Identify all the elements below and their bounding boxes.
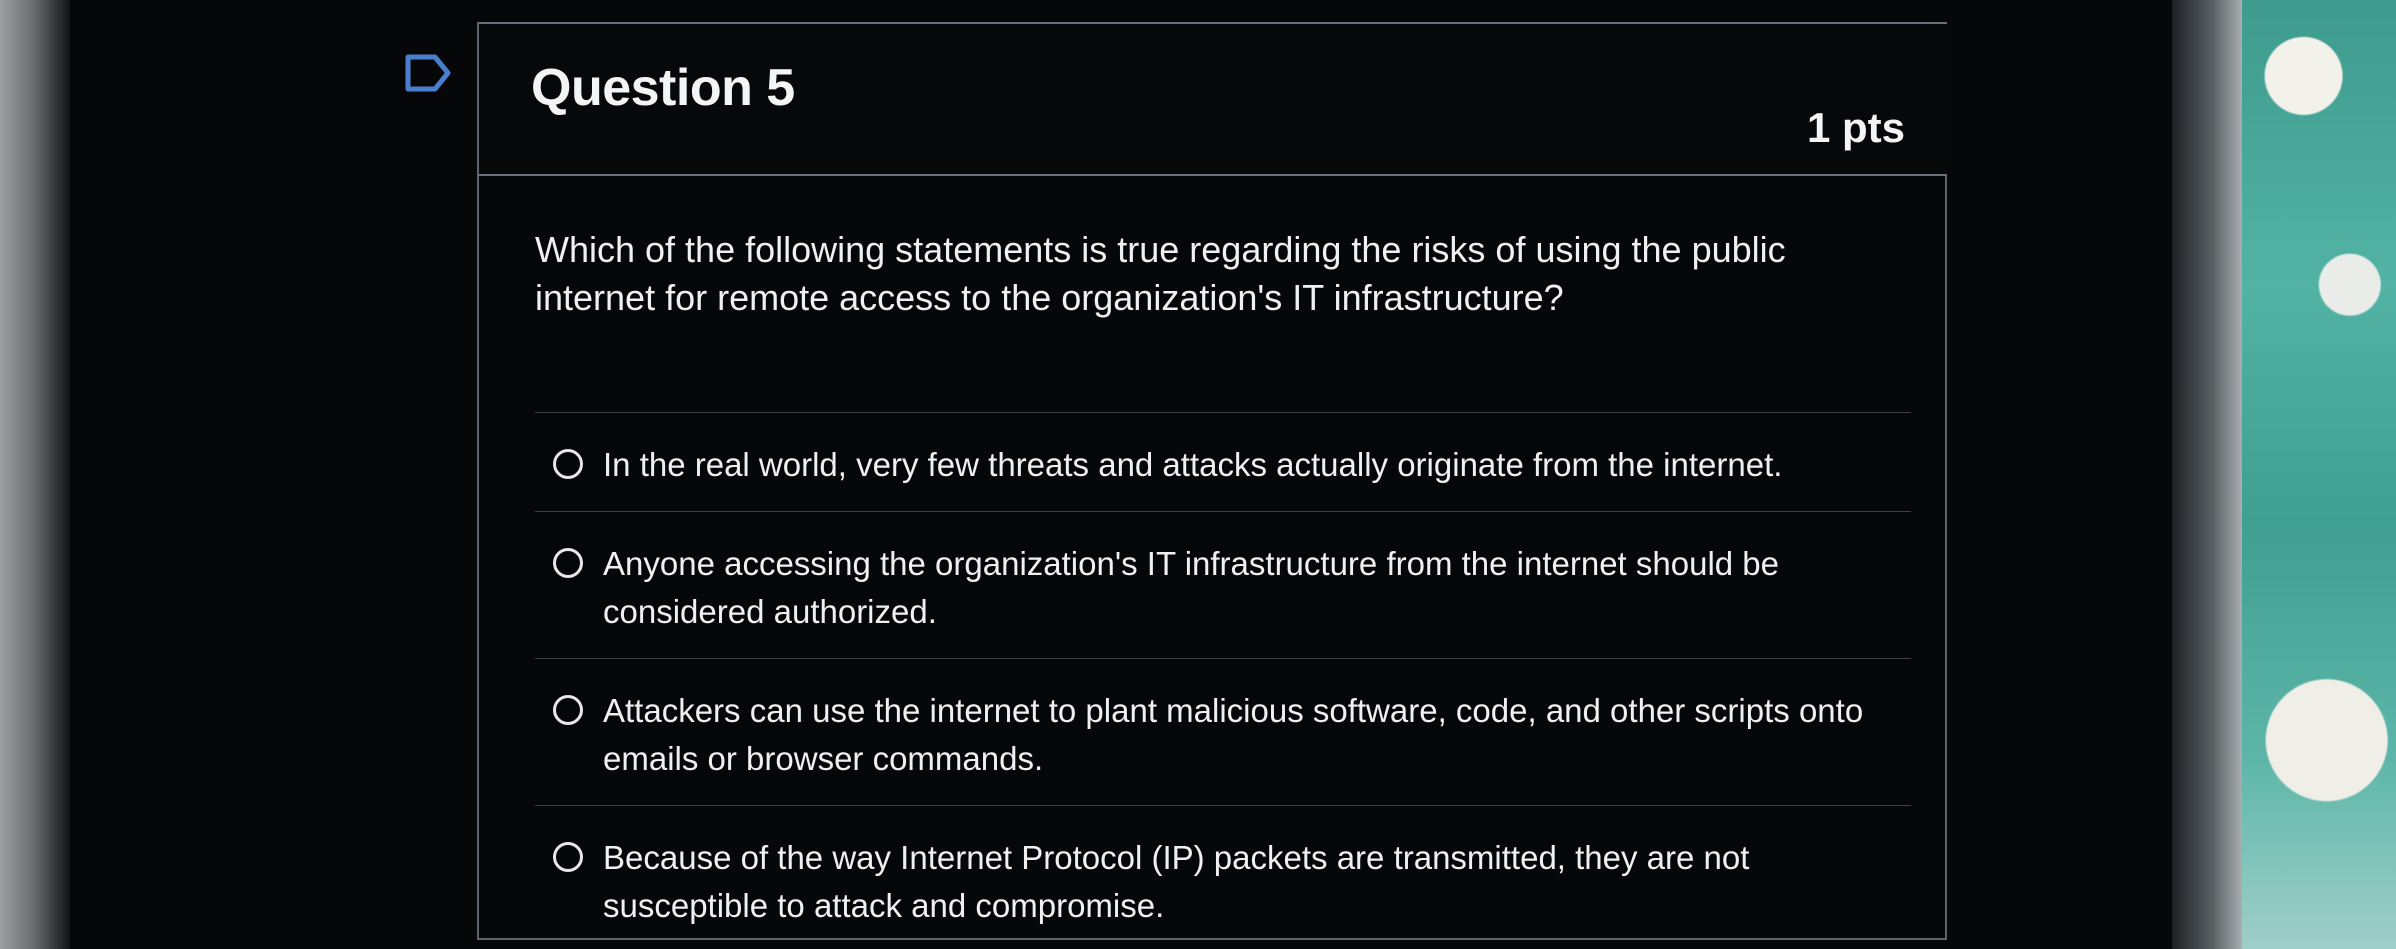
answer-option-3[interactable]: Attackers can use the internet to plant … [535,658,1911,805]
monitor-left-edge [0,0,66,949]
answer-text: In the real world, very few threats and … [603,446,1783,483]
answer-option-2[interactable]: Anyone accessing the organization's IT i… [535,511,1911,658]
background-fabric [2242,0,2396,949]
question-title: Question 5 [531,59,795,117]
flag-icon[interactable] [405,54,451,92]
answer-list: In the real world, very few threats and … [535,412,1911,949]
radio-unselected-icon[interactable] [553,449,583,479]
answer-text: Anyone accessing the organization's IT i… [603,545,1780,630]
question-points: 1 pts [1806,104,1905,151]
question-header: Question 5 1 pts [479,22,1947,176]
monitor-right-bezel [2172,0,2242,949]
radio-unselected-icon[interactable] [553,842,583,872]
answer-text: Because of the way Internet Protocol (IP… [603,839,1750,924]
answer-option-1[interactable]: In the real world, very few threats and … [535,412,1911,511]
answer-text: Attackers can use the internet to plant … [603,692,1864,777]
answer-option-4[interactable]: Because of the way Internet Protocol (IP… [535,805,1911,949]
radio-unselected-icon[interactable] [553,695,583,725]
question-text: Which of the following statements is tru… [535,229,1786,318]
photo-scene: Question 5 1 pts Which of the following … [0,0,2396,949]
quiz-screen: Question 5 1 pts Which of the following … [70,0,2172,949]
question-card: Question 5 1 pts Which of the following … [477,22,1947,940]
radio-unselected-icon[interactable] [553,548,583,578]
